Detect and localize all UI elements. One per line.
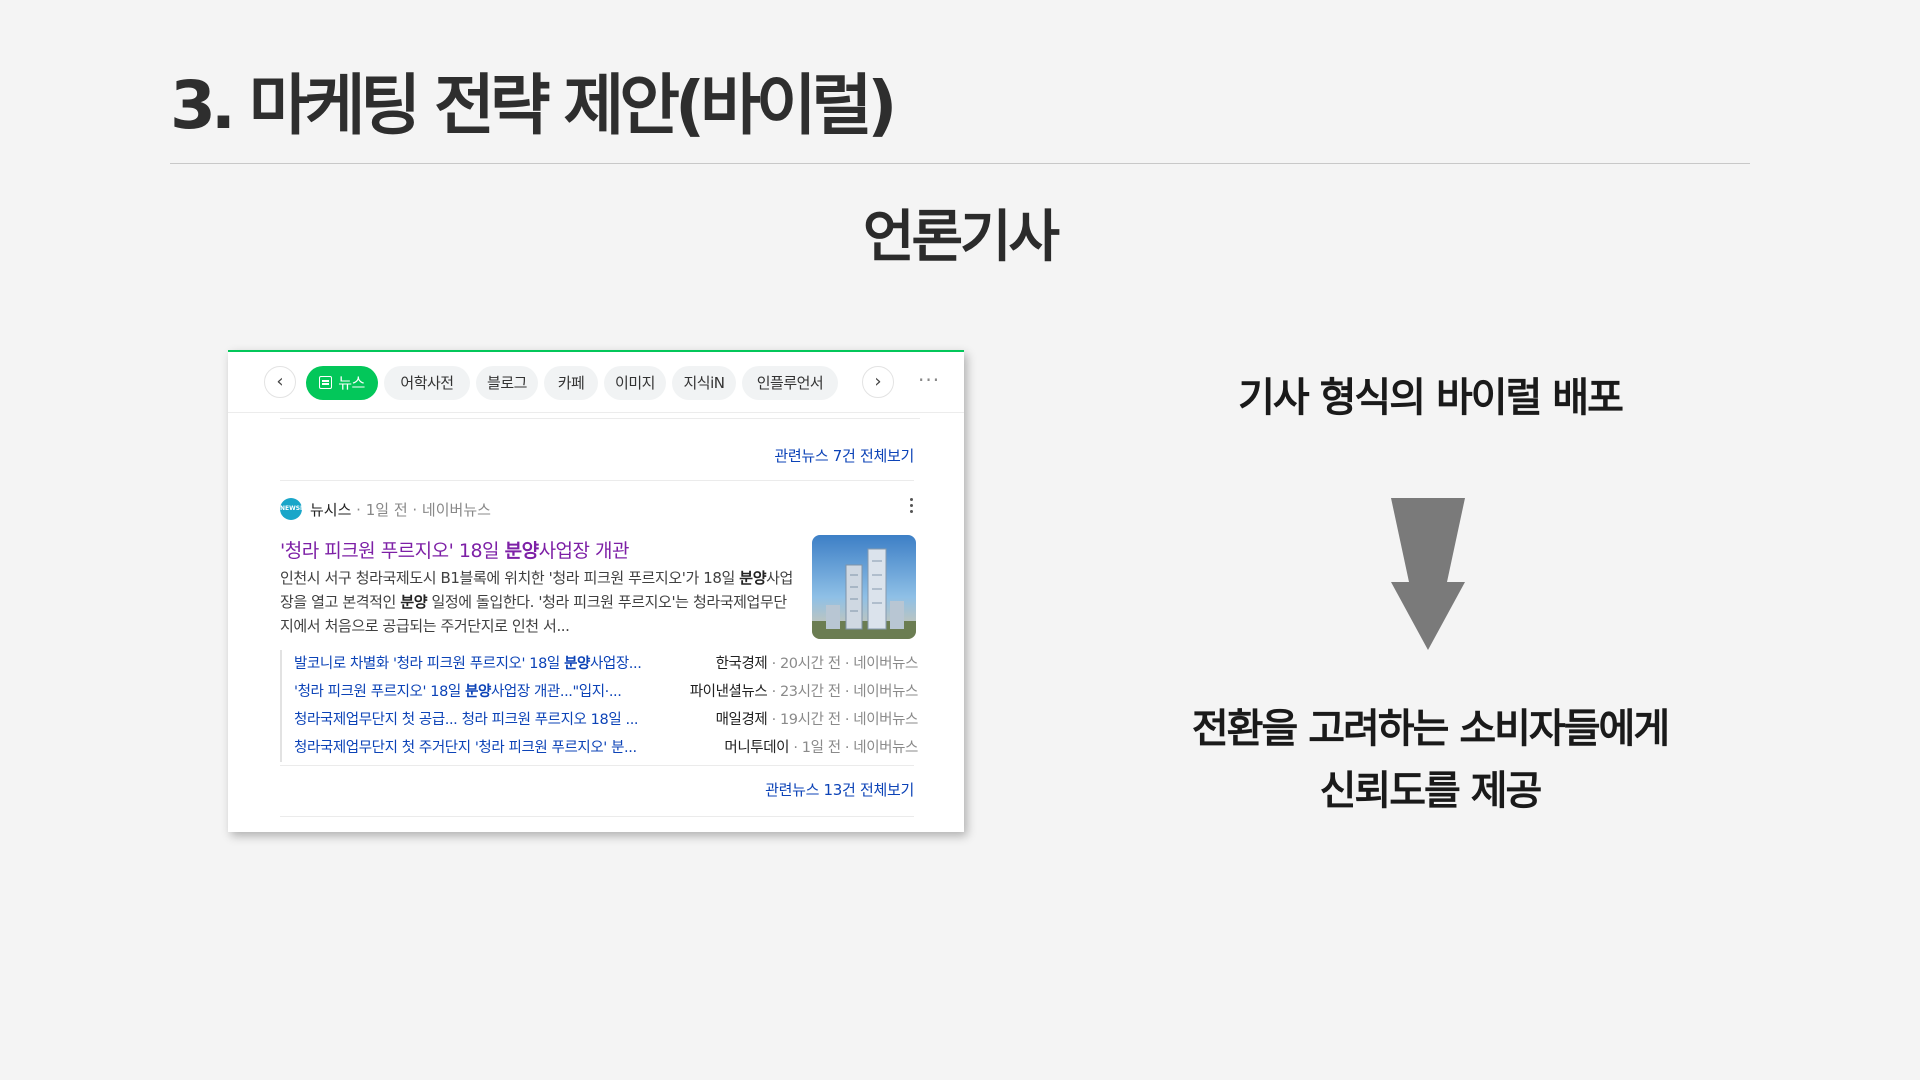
related-news-title: 청라국제업무단지 첫 주거단지 '청라 피크원 푸르지오' 분... [294,740,637,756]
kebab-menu-icon[interactable] [910,498,914,518]
tab-knowledge-in[interactable]: 지식iN [672,366,736,400]
tab-label: 뉴스 [338,374,365,392]
tab-blog[interactable]: 블로그 [476,366,538,400]
related-news-meta: · 23시간 전 · 네이버뉴스 [767,684,919,700]
list-item[interactable]: '청라 피크원 푸르지오' 18일 분양사업장 개관..."입지·... 파이낸… [282,678,918,706]
key-point-line: 전환을 고려하는 소비자들에게 [1191,706,1670,752]
chevron-left-icon[interactable]: ‹ [264,366,296,398]
more-options-icon[interactable]: ··· [918,368,940,392]
press-name[interactable]: 뉴시스 [310,501,351,519]
related-news-list: 발코니로 차별화 '청라 피크원 푸르지오' 18일 분양사업장... 한국경제… [280,650,918,762]
list-item[interactable]: 청라국제업무단지 첫 주거단지 '청라 피크원 푸르지오' 분... 머니투데이… [282,734,918,762]
divider [280,765,914,766]
article-thumbnail[interactable] [812,535,916,639]
key-point-trust: 전환을 고려하는 소비자들에게 신뢰도를 제공 [1191,698,1670,822]
article-summary: 인천시 서구 청라국제도시 B1블록에 위치한 '청라 피크원 푸르지오'가 1… [280,569,793,635]
news-icon [319,376,333,389]
tab-image[interactable]: 이미지 [604,366,666,400]
down-arrow-icon [1391,498,1465,650]
divider [280,816,914,817]
related-news-meta: · 19시간 전 · 네이버뉴스 [767,712,919,728]
related-news-press: 머니투데이 [724,740,790,756]
list-item[interactable]: 발코니로 차별화 '청라 피크원 푸르지오' 18일 분양사업장... 한국경제… [282,650,918,678]
article-source: 뉴시스 · 1일 전 · 네이버뉴스 [310,499,491,520]
title-divider [170,163,1750,164]
related-news-title: '청라 피크원 푸르지오' 18일 분양사업장 개관..."입지·... [294,684,622,700]
key-point-line: 신뢰도를 제공 [1319,768,1543,814]
related-news-press: 매일경제 [715,712,768,728]
list-item[interactable]: 청라국제업무단지 첫 공급... 청라 피크원 푸르지오 18일 ... 매일경… [282,706,918,734]
related-news-press: 한국경제 [715,656,768,672]
chevron-right-icon[interactable]: › [862,366,894,398]
related-news-more-link[interactable]: 관련뉴스 7건 전체보기 [774,445,914,466]
related-news-press: 파이낸셜뉴스 [689,684,768,700]
press-logo[interactable]: NEWSIS [280,498,307,520]
news-search-screenshot: ‹ 뉴스 어학사전 블로그 카페 이미지 지식iN 인플루언서 › ··· 관련… [228,350,964,832]
key-point-viral-distribution: 기사 형식의 바이럴 배포 [1238,375,1624,421]
related-news-title: 청라국제업무단지 첫 공급... 청라 피크원 푸르지오 18일 ... [294,712,639,728]
tab-cafe[interactable]: 카페 [544,366,598,400]
tab-dictionary[interactable]: 어학사전 [384,366,470,400]
related-news-more-link[interactable]: 관련뉴스 13건 전체보기 [765,779,914,800]
related-news-title: 발코니로 차별화 '청라 피크원 푸르지오' 18일 분양사업장... [294,656,642,672]
search-tab-bar: ‹ 뉴스 어학사전 블로그 카페 이미지 지식iN 인플루언서 › ··· [228,352,964,413]
tab-influencer[interactable]: 인플루언서 [742,366,838,400]
related-news-meta: · 1일 전 · 네이버뉴스 [789,740,918,756]
article-meta: · 1일 전 · 네이버뉴스 [351,501,491,519]
slide-title: 3. 마케팅 전략 제안(바이럴) [170,67,897,144]
divider [280,480,914,481]
tab-news[interactable]: 뉴스 [306,366,378,400]
article-headline[interactable]: '청라 피크원 푸르지오' 18일 분양사업장 개관 [280,536,630,563]
section-subtitle: 언론기사 [862,205,1060,270]
related-news-meta: · 20시간 전 · 네이버뉴스 [767,656,919,672]
